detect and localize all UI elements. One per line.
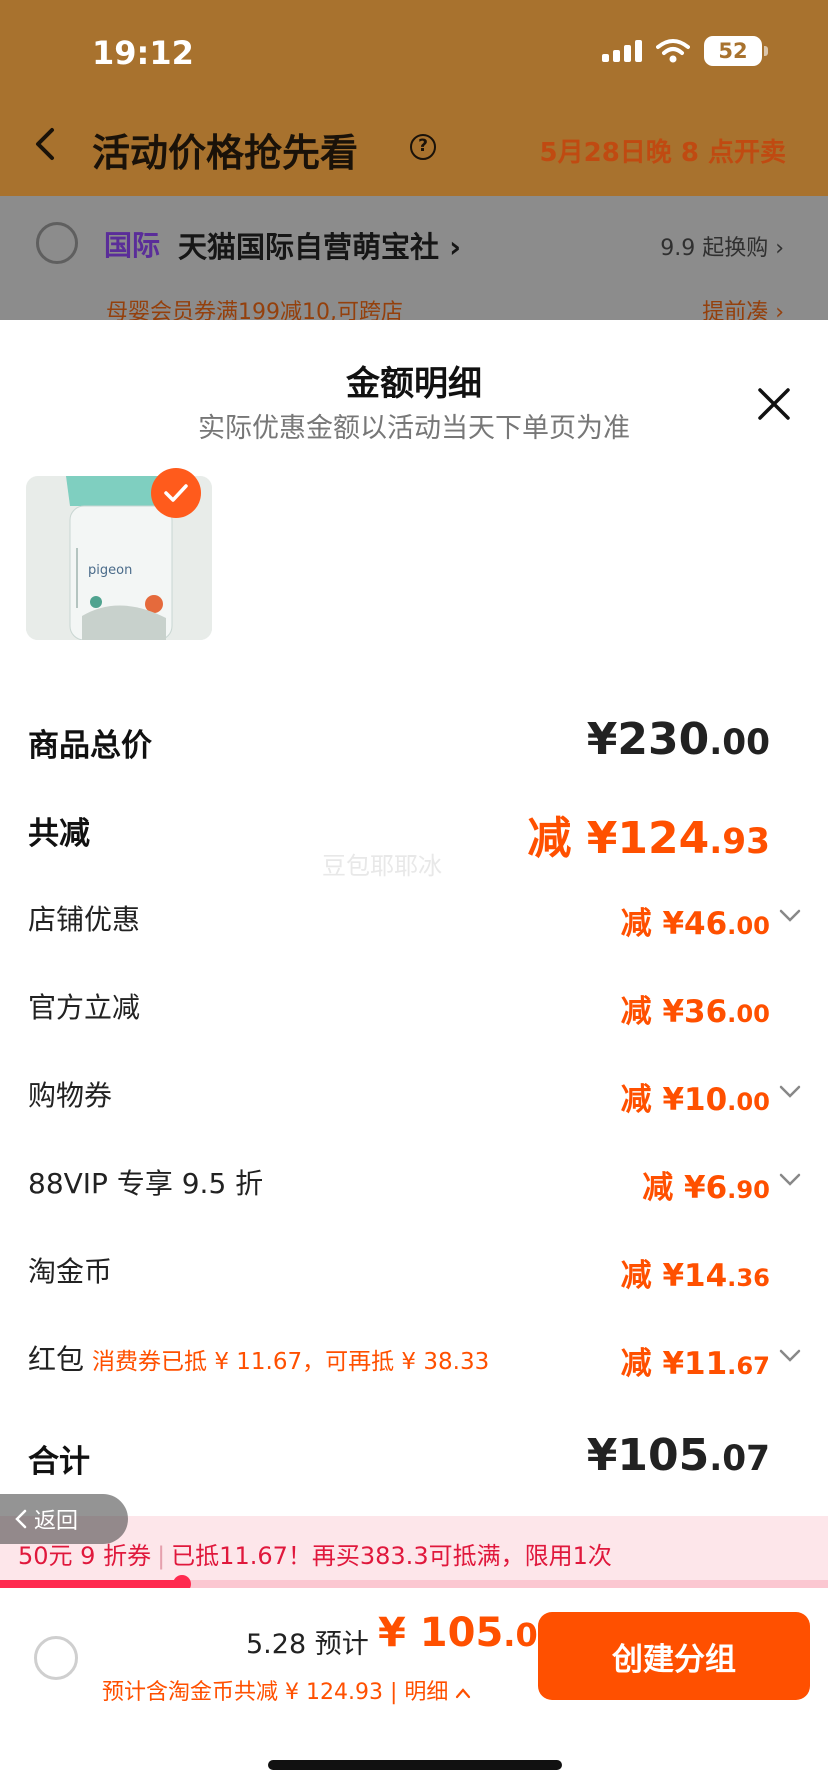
floating-back-button[interactable]: 返回 <box>0 1494 128 1544</box>
chevron-down-icon[interactable] <box>778 1348 802 1364</box>
wifi-icon <box>656 39 690 63</box>
shop-name-link[interactable]: 天猫国际自营萌宝社 › <box>178 224 461 266</box>
exchange-link[interactable]: 9.9 起换购 › <box>660 230 784 262</box>
estimate-price: ¥ 105.07 <box>378 1610 560 1656</box>
bottom-action-bar: 5.28 预计 ¥ 105.07 预计含淘金币共减 ¥ 124.93 | 明细 … <box>0 1588 828 1792</box>
vip-discount-amount: 减 ¥6.90 <box>642 1170 770 1206</box>
estimate-label: 5.28 预计 <box>246 1629 369 1660</box>
official-discount-amount: 减 ¥36.00 <box>620 994 770 1030</box>
home-indicator <box>268 1760 562 1770</box>
chevron-down-icon[interactable] <box>778 908 802 924</box>
page-title: 活动价格抢先看 <box>92 131 359 175</box>
discount-total-label: 共减 <box>28 816 90 852</box>
help-icon[interactable]: ? <box>410 134 436 160</box>
sheet-title: 金额明细 <box>346 364 482 404</box>
sum-label: 合计 <box>28 1444 90 1480</box>
promo-coupon: 50元 9 折券 <box>18 1542 152 1570</box>
red-packet-amount: 减 ¥11.67 <box>620 1346 770 1382</box>
promo-status: 已抵11.67！再买383.3可抵满，限用1次 <box>171 1542 612 1570</box>
shopping-voucher-label: 购物券 <box>28 1079 113 1112</box>
shop-select-radio[interactable] <box>36 222 78 264</box>
store-discount-amount: 减 ¥46.00 <box>620 906 770 942</box>
coupon-progress-fill <box>0 1580 183 1588</box>
official-discount-label: 官方立减 <box>28 991 141 1024</box>
shop-row-background: 国际 天猫国际自营萌宝社 › 9.9 起换购 › 母婴会员券满199减10,可跨… <box>0 196 828 325</box>
chevron-up-icon <box>456 1688 471 1699</box>
total-price-label: 商品总价 <box>28 728 152 764</box>
signal-icon <box>602 40 642 62</box>
chevron-down-icon[interactable] <box>778 1084 802 1100</box>
taojinbi-amount: 减 ¥14.36 <box>620 1258 770 1294</box>
taojinbi-label: 淘金币 <box>28 1255 113 1288</box>
international-badge: 国际 <box>104 229 161 262</box>
red-packet-note: 消费券已抵 ¥ 11.67，可再抵 ¥ 38.33 <box>92 1349 490 1375</box>
svg-text:pigeon: pigeon <box>88 563 132 578</box>
chevron-left-icon <box>15 1509 27 1529</box>
total-price-amount: ¥230.00 <box>586 714 770 765</box>
store-discount-label: 店铺优惠 <box>28 903 141 936</box>
detail-link[interactable]: 明细 <box>404 1680 448 1705</box>
shopping-voucher-amount: 减 ¥10.00 <box>620 1082 770 1118</box>
close-icon[interactable] <box>756 386 792 422</box>
status-icons: 52 <box>602 36 768 66</box>
status-time: 19:12 <box>92 34 194 72</box>
battery-icon: 52 <box>704 36 768 66</box>
select-all-radio[interactable] <box>34 1636 78 1680</box>
discount-total-amount: 减 ¥124.93 <box>527 813 770 864</box>
chevron-down-icon[interactable] <box>778 1172 802 1188</box>
selected-check-icon[interactable] <box>151 468 201 518</box>
create-group-button[interactable]: 创建分组 <box>538 1612 810 1700</box>
sum-amount: ¥105.07 <box>586 1430 770 1481</box>
back-arrow-icon[interactable] <box>30 126 60 162</box>
red-packet-label: 红包 消费券已抵 ¥ 11.67，可再抵 ¥ 38.33 <box>28 1343 490 1376</box>
page-header-background: 19:12 52 活动价格抢先看 ? 5月28日晚 8 点开卖 <box>0 0 828 196</box>
vip-discount-label: 88VIP 专享 9.5 折 <box>28 1167 264 1200</box>
sale-notice: 5月28日晚 8 点开卖 <box>539 138 786 168</box>
sheet-subtitle: 实际优惠金额以活动当天下单页为准 <box>198 413 630 444</box>
coupon-progress-bar <box>0 1575 828 1593</box>
estimate-detail[interactable]: 预计含淘金币共减 ¥ 124.93 | 明细 <box>102 1674 471 1706</box>
watermark: 豆包耶耶冰 <box>322 852 442 880</box>
